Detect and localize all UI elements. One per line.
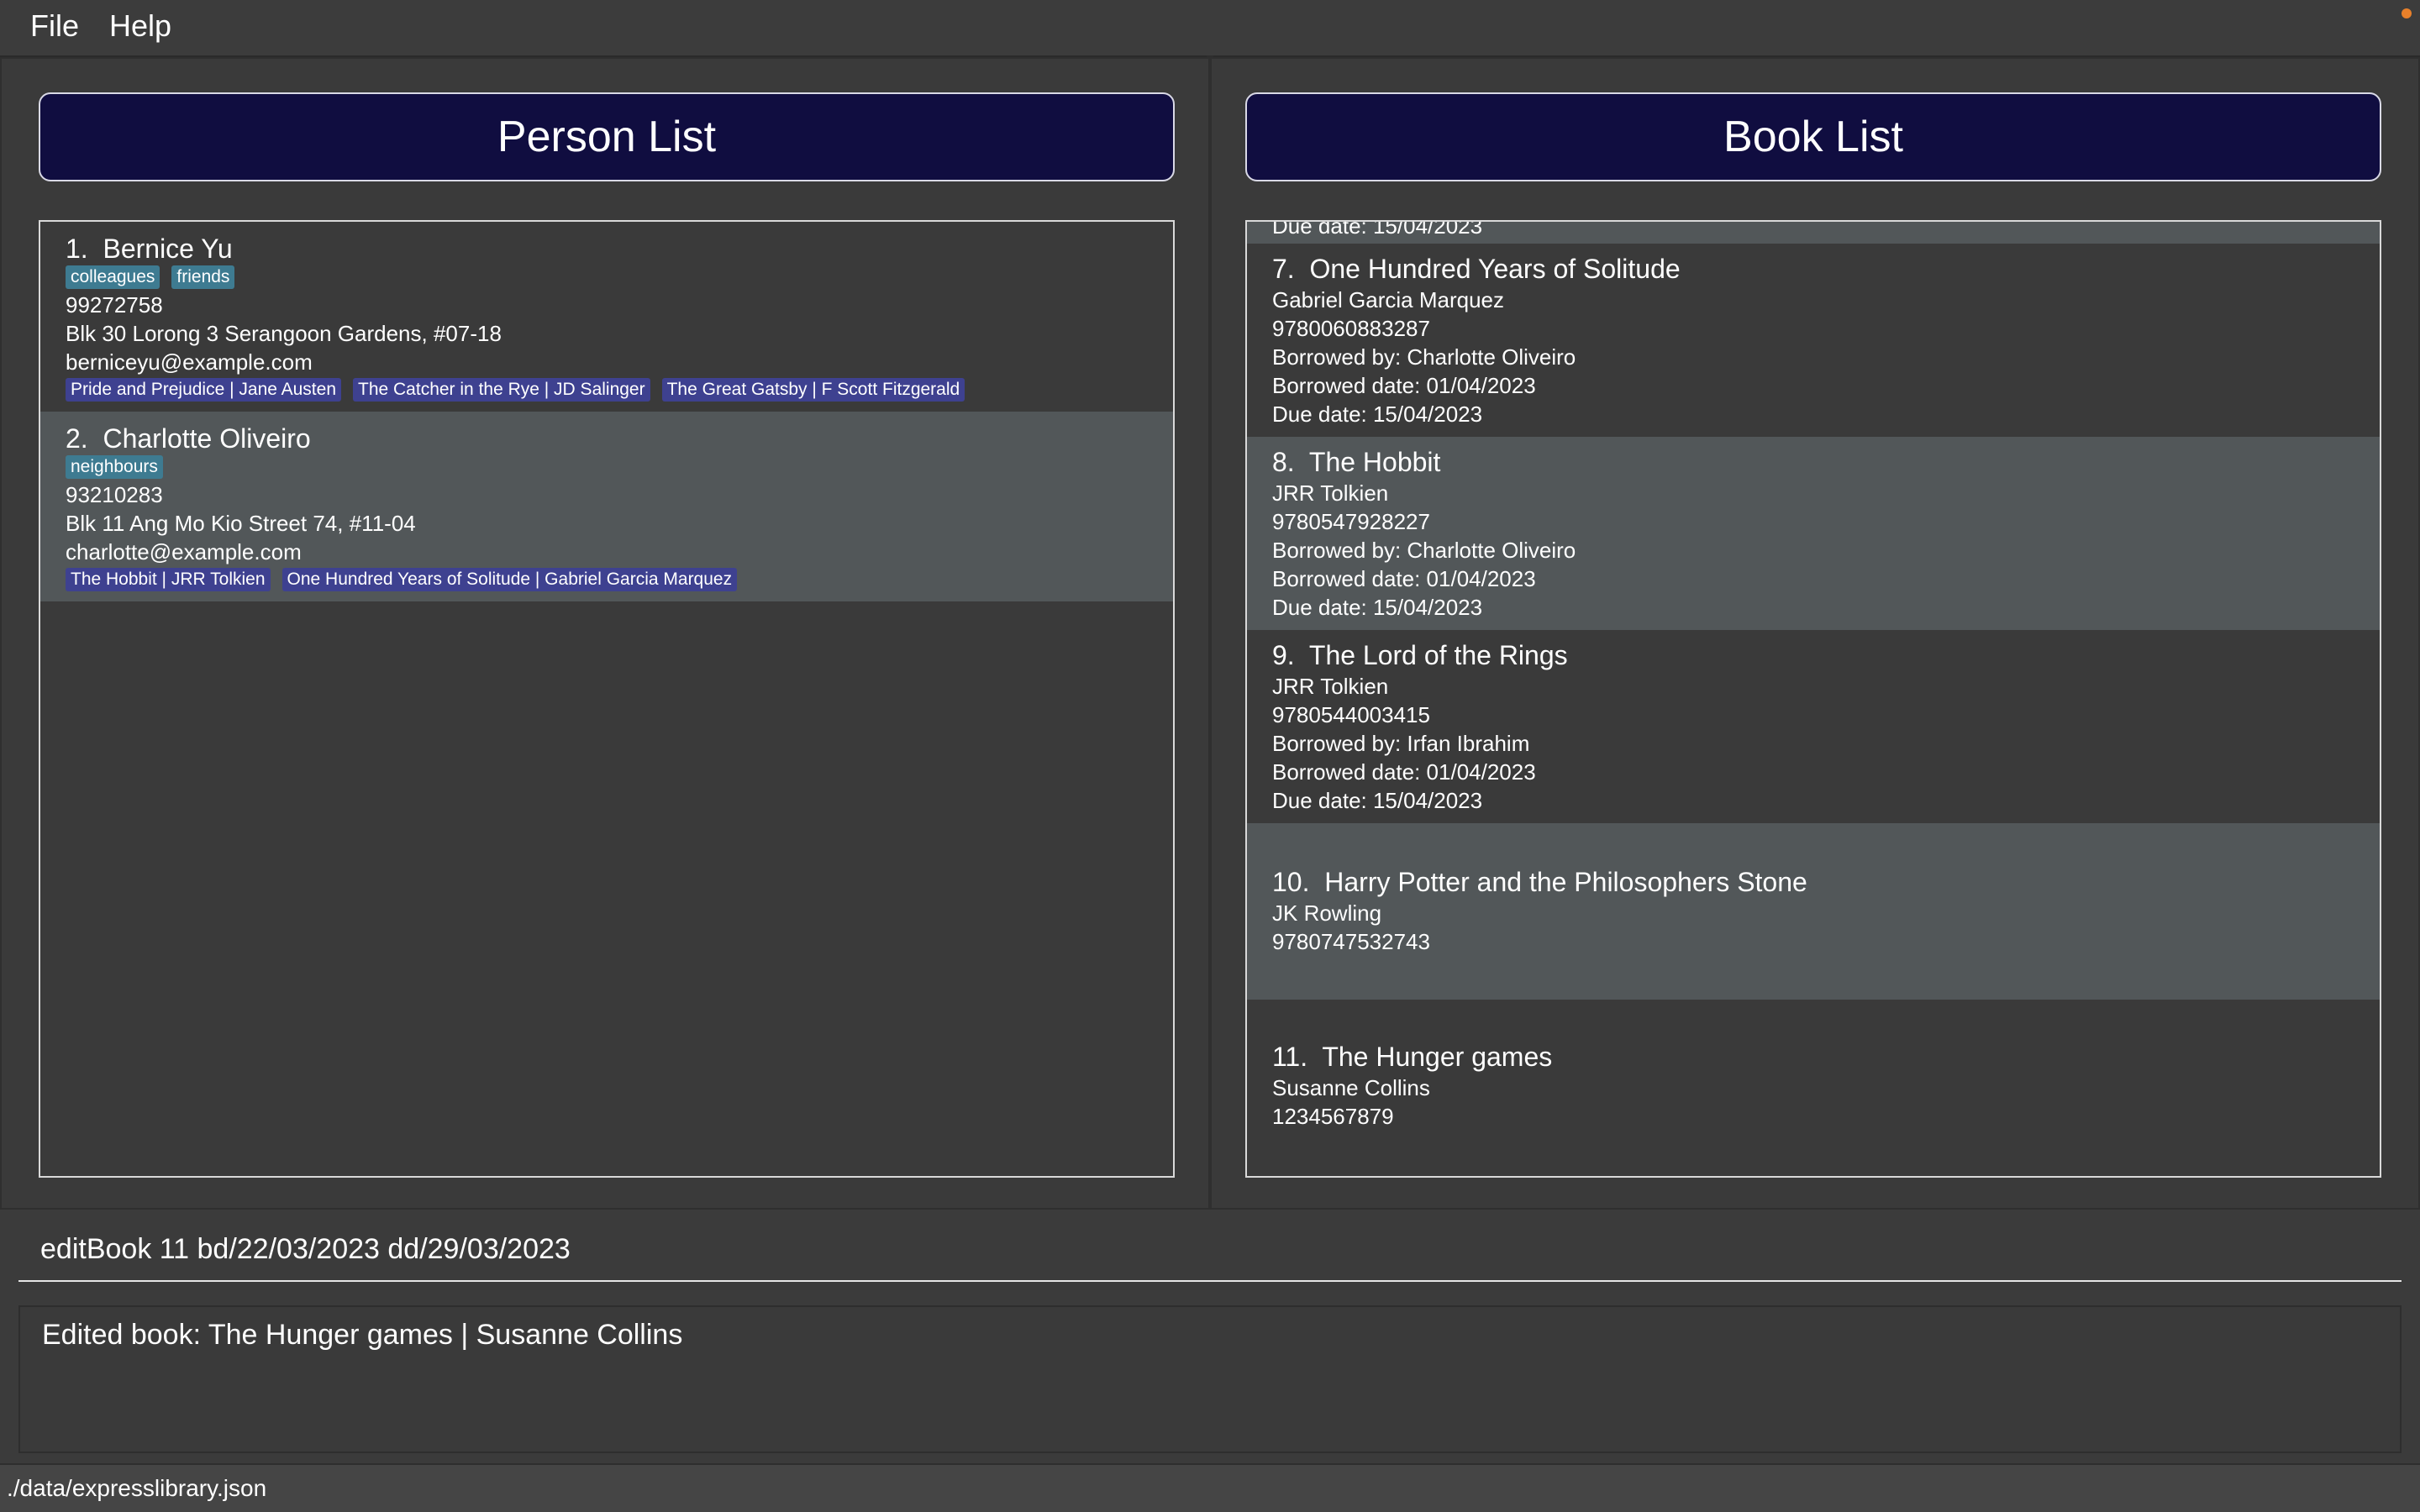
book-index: 9.: [1272, 640, 1295, 670]
person-list[interactable]: 1. Bernice Yu colleagues friends 9927275…: [39, 220, 1175, 1178]
book-due-date: Due date: 15/04/2023: [1272, 595, 1483, 620]
book-borrowed-date: Borrowed date: 01/04/2023: [1272, 566, 1536, 591]
book-card[interactable]: 7. One Hundred Years of Solitude Gabriel…: [1247, 244, 2380, 437]
person-phone: 93210283: [66, 482, 163, 507]
book-card[interactable]: 10. Harry Potter and the Philosophers St…: [1247, 823, 2380, 1000]
book-list[interactable]: Due date: 15/04/2023 7. One Hundred Year…: [1245, 220, 2381, 1178]
person-index: 2.: [66, 423, 88, 454]
book-name: Harry Potter and the Philosophers Stone: [1324, 867, 1807, 897]
book-name: The Lord of the Rings: [1308, 640, 1568, 670]
book-isbn: 9780544003415: [1272, 702, 1430, 727]
save-file-path: ./data/expresslibrary.json: [7, 1475, 267, 1501]
person-title: 2. Charlotte Oliveiro: [66, 423, 311, 454]
person-address: Blk 30 Lorong 3 Serangoon Gardens, #07-1…: [66, 321, 502, 346]
book-borrower: Borrowed by: Irfan Ibrahim: [1272, 731, 1530, 756]
book-list-header: Book List: [1245, 92, 2381, 181]
status-bar: ./data/expresslibrary.json: [0, 1463, 2420, 1512]
book-panel: Book List Due date: 15/04/2023 7. One Hu…: [1210, 57, 2420, 1210]
book-isbn: 9780060883287: [1272, 316, 1430, 341]
person-name: Bernice Yu: [103, 234, 233, 264]
book-badge: The Catcher in the Rye | JD Salinger: [353, 378, 650, 402]
book-due-date: Due date: 15/04/2023: [1272, 402, 1483, 427]
book-title: 8. The Hobbit: [1272, 447, 1440, 478]
person-card[interactable]: 2. Charlotte Oliveiro neighbours 9321028…: [40, 412, 1173, 601]
person-email: berniceyu@example.com: [66, 349, 313, 375]
person-borrowed-books: Pride and Prejudice | Jane Austen The Ca…: [66, 378, 965, 402]
person-address: Blk 11 Ang Mo Kio Street 74, #11-04: [66, 511, 416, 536]
book-author: JRR Tolkien: [1272, 674, 1389, 699]
tag-badge: neighbours: [66, 455, 163, 479]
person-phone: 99272758: [66, 292, 163, 318]
book-name: The Hunger games: [1322, 1042, 1553, 1072]
command-input[interactable]: [18, 1218, 2402, 1282]
book-due-date: Due date: 15/04/2023: [1272, 788, 1483, 813]
book-title: 7. One Hundred Years of Solitude: [1272, 254, 1681, 285]
book-author: Gabriel Garcia Marquez: [1272, 287, 1504, 312]
result-display: Edited book: The Hunger games | Susanne …: [18, 1305, 2402, 1453]
book-isbn: 1234567879: [1272, 1104, 1394, 1129]
person-title: 1. Bernice Yu: [66, 234, 233, 265]
book-isbn: 9780747532743: [1272, 929, 1430, 954]
book-due-date: Due date: 15/04/2023: [1272, 222, 1483, 239]
notification-dot-icon: [2402, 8, 2412, 18]
tag-badge: friends: [171, 265, 235, 289]
person-list-header: Person List: [39, 92, 1175, 181]
book-badge: The Hobbit | JRR Tolkien: [66, 568, 271, 591]
person-index: 1.: [66, 234, 88, 264]
book-index: 10.: [1272, 867, 1310, 897]
book-author: JK Rowling: [1272, 900, 1382, 926]
book-title: 11. The Hunger games: [1272, 1042, 1552, 1073]
book-index: 7.: [1272, 254, 1295, 284]
book-card[interactable]: 9. The Lord of the Rings JRR Tolkien 978…: [1247, 630, 2380, 823]
book-author: Susanne Collins: [1272, 1075, 1430, 1100]
tag-badge: colleagues: [66, 265, 160, 289]
book-borrower: Borrowed by: Charlotte Oliveiro: [1272, 538, 1576, 563]
book-title: 10. Harry Potter and the Philosophers St…: [1272, 867, 1807, 898]
book-name: One Hundred Years of Solitude: [1309, 254, 1681, 284]
book-badge: One Hundred Years of Solitude | Gabriel …: [281, 568, 738, 591]
book-isbn: 9780547928227: [1272, 509, 1430, 534]
menu-file[interactable]: File: [30, 8, 79, 44]
book-index: 11.: [1272, 1042, 1308, 1072]
book-borrowed-date: Borrowed date: 01/04/2023: [1272, 373, 1536, 398]
book-card-partial[interactable]: Due date: 15/04/2023: [1247, 222, 2380, 244]
book-badge: The Great Gatsby | F Scott Fitzgerald: [661, 378, 965, 402]
book-borrowed-date: Borrowed date: 01/04/2023: [1272, 759, 1536, 785]
person-name: Charlotte Oliveiro: [103, 423, 311, 454]
person-card[interactable]: 1. Bernice Yu colleagues friends 9927275…: [40, 222, 1173, 412]
book-index: 8.: [1272, 447, 1295, 477]
book-name: The Hobbit: [1308, 447, 1441, 477]
person-tags: colleagues friends: [66, 265, 235, 289]
menu-bar: File Help: [0, 0, 2420, 57]
app-window: File Help Person List 1. Bernice Yu coll…: [0, 0, 2420, 1512]
person-email: charlotte@example.com: [66, 539, 302, 564]
person-borrowed-books: The Hobbit | JRR Tolkien One Hundred Yea…: [66, 568, 738, 591]
book-badge: Pride and Prejudice | Jane Austen: [66, 378, 341, 402]
menu-help[interactable]: Help: [109, 8, 171, 44]
person-panel: Person List 1. Bernice Yu colleagues fri…: [0, 57, 1210, 1210]
book-borrower: Borrowed by: Charlotte Oliveiro: [1272, 344, 1576, 370]
book-card[interactable]: 8. The Hobbit JRR Tolkien 9780547928227 …: [1247, 437, 2380, 630]
book-author: JRR Tolkien: [1272, 480, 1389, 506]
book-card[interactable]: 11. The Hunger games Susanne Collins 123…: [1247, 1000, 2380, 1176]
person-tags: neighbours: [66, 455, 163, 479]
book-title: 9. The Lord of the Rings: [1272, 640, 1568, 671]
